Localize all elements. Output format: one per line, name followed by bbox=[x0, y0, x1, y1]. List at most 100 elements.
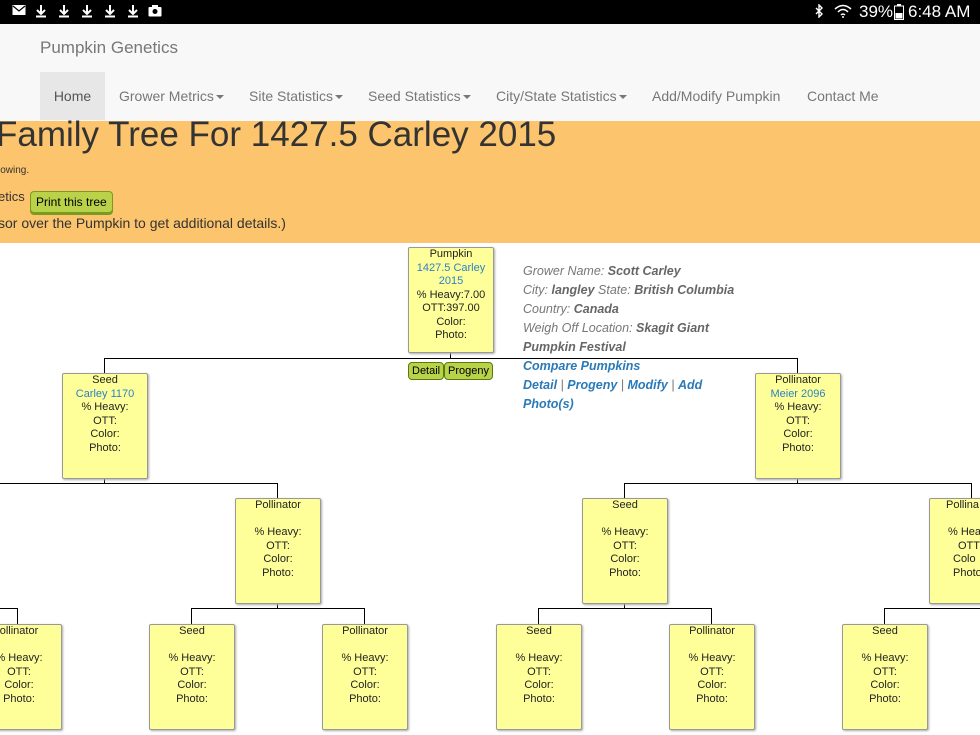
node-ott: OTT: bbox=[266, 539, 290, 552]
progeny-link[interactable]: Progeny bbox=[567, 378, 617, 392]
node-role: Seed bbox=[92, 374, 118, 386]
node-name-link[interactable]: Carley 1170 bbox=[63, 388, 147, 402]
nav-add-modify-pumpkin-label: Add/Modify Pumpkin bbox=[652, 88, 781, 104]
node-role: Seed bbox=[179, 625, 205, 637]
node-name-link[interactable]: 2015 bbox=[409, 275, 493, 289]
tree-node-seed[interactable]: Seed % Heavy: OTT: Color: Photo: bbox=[496, 624, 582, 730]
node-name-link[interactable]: 1427.5 Carley bbox=[409, 262, 493, 276]
tree-node-pollinator[interactable]: Pollinator % Heavy: OTT: Color: Photo: bbox=[235, 498, 321, 604]
wifi-icon bbox=[834, 4, 852, 18]
add-link[interactable]: Add bbox=[678, 378, 702, 392]
nav-seed-statistics-label: Seed Statistics bbox=[368, 88, 461, 104]
separator: | bbox=[560, 378, 564, 392]
nav-city-state-statistics-label: City/State Statistics bbox=[496, 88, 617, 104]
tree-node-pollinator[interactable]: Pollinator Meier 2096 % Heavy: OTT: Colo… bbox=[755, 373, 841, 479]
download-icon bbox=[57, 4, 71, 18]
tree-node-pollinator[interactable]: Pollinator % Heavy: OTT: Color: Photo: bbox=[669, 624, 755, 730]
photos-link[interactable]: Photo(s) bbox=[523, 397, 574, 411]
print-tree-button[interactable]: Print this tree bbox=[30, 191, 113, 213]
nav-add-modify-pumpkin[interactable]: Add/Modify Pumpkin bbox=[652, 72, 780, 120]
grower-value: Scott Carley bbox=[607, 264, 681, 278]
node-photo: Photo: bbox=[782, 441, 814, 454]
tree-node-seed[interactable]: Seed Carley 1170 % Heavy: OTT: Color: Ph… bbox=[62, 373, 148, 479]
title-banner: Family Tree For 1427.5 Carley 2015 lowin… bbox=[0, 115, 980, 243]
node-name-empty bbox=[670, 639, 754, 653]
compare-pumpkins-link[interactable]: Compare Pumpkins bbox=[523, 359, 640, 373]
node-ott: OTT: bbox=[180, 665, 204, 678]
node-color: Color: bbox=[783, 428, 813, 440]
node-photo: Photo: bbox=[435, 329, 467, 341]
node-ott: OTT: bbox=[613, 539, 637, 552]
node-role: Seed bbox=[872, 625, 898, 637]
node-role: Pollina bbox=[946, 499, 980, 511]
nav-contact-me[interactable]: Contact Me bbox=[807, 72, 879, 120]
tree-node-pollinator[interactable]: Pollinator % Heavy: OTT: Color: Photo: bbox=[322, 624, 408, 730]
node-role: ollinator bbox=[0, 625, 39, 637]
state-label: State: bbox=[598, 283, 631, 297]
node-name-empty bbox=[236, 513, 320, 527]
caret-down-icon bbox=[215, 95, 224, 100]
node-color: Color: bbox=[177, 679, 207, 691]
node-photo: Photo: bbox=[3, 692, 35, 705]
node-heavy: % Heavy:7.00 bbox=[416, 288, 486, 301]
node-color: Color: bbox=[524, 679, 554, 691]
detail-link[interactable]: Detail bbox=[523, 378, 557, 392]
clock: 6:48 AM bbox=[908, 2, 971, 21]
tree-node-seed[interactable]: Seed % Heavy: OTT: Color: Photo: bbox=[149, 624, 235, 730]
node-name-empty bbox=[946, 513, 980, 527]
tree-connector bbox=[277, 483, 278, 499]
node-ott: OTT bbox=[958, 539, 980, 552]
tree-node-seed[interactable]: Seed % Heavy: OTT: Color: Photo: bbox=[842, 624, 928, 730]
country-label: Country: bbox=[523, 302, 571, 316]
tree-connector bbox=[884, 608, 885, 624]
node-heavy: % Heavy: bbox=[81, 401, 129, 413]
node-ott: OTT: bbox=[527, 665, 551, 678]
node-ott: OTT: bbox=[873, 665, 897, 678]
tree-node-root[interactable]: Pumpkin 1427.5 Carley 2015 % Heavy:7.00 … bbox=[408, 247, 494, 353]
progeny-button[interactable]: Progeny bbox=[444, 362, 493, 380]
battery-percent: 39% bbox=[859, 2, 894, 21]
node-name-empty bbox=[497, 639, 581, 653]
node-color: Color: bbox=[870, 679, 900, 691]
node-ott: OTT: bbox=[700, 665, 724, 678]
node-color: Colo bbox=[953, 553, 976, 565]
tree-node-pollinator-partial[interactable]: ollinator % Heavy: OTT: Color: Photo: bbox=[0, 624, 62, 730]
modify-link[interactable]: Modify bbox=[628, 378, 668, 392]
tree-node-pollinator-partial[interactable]: Pollina % Heav OTT Colo Photo bbox=[929, 498, 980, 604]
node-color: Color: bbox=[263, 553, 293, 565]
download-icon bbox=[126, 4, 140, 18]
node-ott: OTT: bbox=[786, 414, 810, 427]
tree-node-seed[interactable]: Seed % Heavy: OTT: Color: Photo: bbox=[582, 498, 668, 604]
pumpkin-info-panel: Grower Name: Scott Carley City: langley … bbox=[523, 262, 743, 414]
node-role: Pumpkin bbox=[429, 248, 473, 260]
tree-connector bbox=[884, 608, 980, 609]
node-heavy: % Heavy: bbox=[688, 652, 736, 664]
node-ott: OTT: bbox=[353, 665, 377, 678]
navbar: Pumpkin Genetics Home Grower Metrics Sit… bbox=[0, 24, 980, 122]
weigh-off-label: Weigh Off Location: bbox=[523, 321, 633, 335]
detail-button[interactable]: Detail bbox=[408, 362, 445, 380]
android-status-bar: 39% 6:48 AM bbox=[0, 0, 980, 24]
node-color: Color: bbox=[436, 315, 466, 328]
node-name-empty bbox=[323, 639, 407, 653]
weigh-off-value-cont: Pumpkin Festival bbox=[523, 340, 626, 354]
tree-connector bbox=[0, 608, 18, 609]
banner-text-line: lowing. bbox=[0, 165, 30, 176]
download-icon bbox=[103, 4, 117, 18]
node-photo: Photo bbox=[953, 566, 980, 579]
node-heavy: % Heav bbox=[948, 526, 980, 538]
node-name-empty bbox=[150, 639, 234, 653]
tree-connector bbox=[104, 358, 105, 374]
grower-label: Grower Name: bbox=[523, 264, 605, 278]
node-name-empty bbox=[583, 513, 667, 527]
brand-link[interactable]: Pumpkin Genetics bbox=[40, 38, 178, 58]
node-color: Color: bbox=[697, 679, 727, 691]
node-photo: Photo: bbox=[696, 692, 728, 705]
node-heavy: % Heavy: bbox=[168, 652, 216, 664]
node-name-link[interactable]: Meier 2096 bbox=[756, 388, 840, 402]
tree-connector bbox=[711, 608, 712, 624]
city-label: City: bbox=[523, 283, 548, 297]
node-photo: Photo: bbox=[523, 692, 555, 705]
tree-connector bbox=[624, 483, 625, 499]
node-color: Color: bbox=[90, 428, 120, 440]
